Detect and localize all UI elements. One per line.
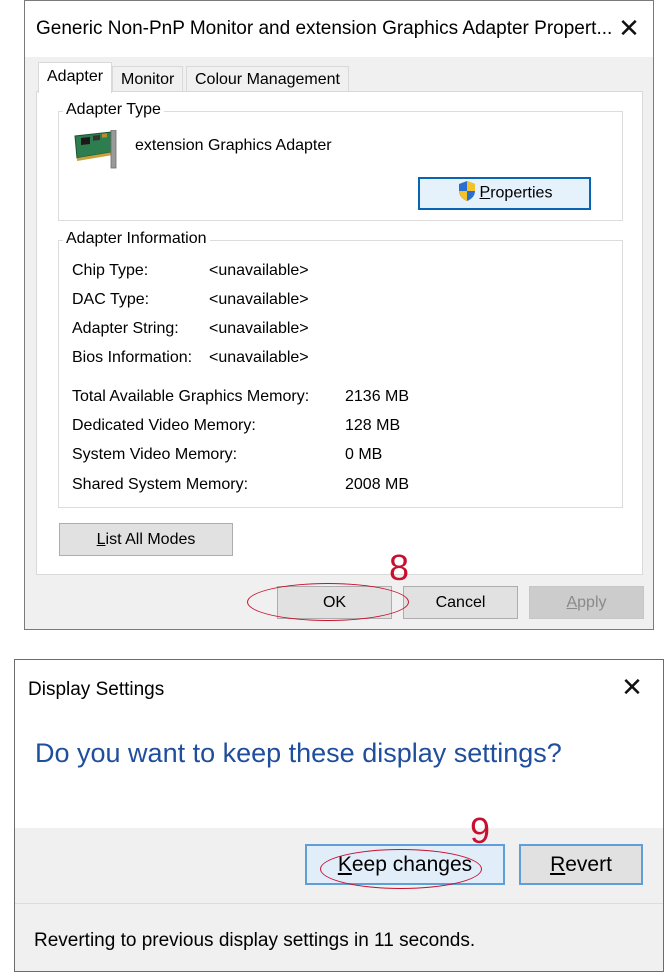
close-icon[interactable]: ✕ — [609, 9, 649, 49]
revert-button[interactable]: Revert — [519, 844, 643, 885]
dedicated-video-memory-value: 128 MB — [345, 417, 401, 434]
chip-type-label: Chip Type: — [72, 262, 149, 279]
title-bar: Generic Non-PnP Monitor and extension Gr… — [25, 1, 653, 57]
total-graphics-memory-label: Total Available Graphics Memory: — [72, 388, 310, 405]
shared-system-memory-value: 2008 MB — [345, 476, 410, 493]
dialog-title: Generic Non-PnP Monitor and extension Gr… — [36, 18, 613, 39]
chip-type-value: <unavailable> — [209, 262, 309, 279]
close-icon[interactable]: ✕ — [612, 668, 652, 708]
adapter-information-group: Adapter Information Chip Type: <unavaila… — [58, 230, 623, 508]
dialog-footer: Keep changes Revert Reverting to previou… — [15, 828, 663, 971]
confirmation-question: Do you want to keep these display settin… — [35, 738, 562, 768]
list-all-modes-button[interactable]: List All Modes — [59, 523, 233, 556]
dialog-title: Display Settings — [28, 679, 165, 700]
apply-button: Apply — [529, 586, 644, 619]
bios-information-label: Bios Information: — [72, 349, 193, 366]
dac-type-label: DAC Type: — [72, 291, 150, 308]
tab-adapter[interactable]: Adapter — [38, 62, 113, 93]
system-video-memory-label: System Video Memory: — [72, 446, 238, 463]
revert-countdown: Reverting to previous display settings i… — [34, 930, 476, 951]
adapter-string-value: <unavailable> — [209, 320, 309, 337]
cancel-button[interactable]: Cancel — [403, 586, 518, 619]
shared-system-memory-label: Shared System Memory: — [72, 476, 249, 493]
bios-information-value: <unavailable> — [209, 349, 309, 366]
step-8-annotation: 8 — [389, 547, 410, 588]
step-9-annotation: 9 — [470, 810, 491, 851]
adapter-properties-dialog: Generic Non-PnP Monitor and extension Gr… — [24, 0, 654, 630]
adapter-type-label: Adapter Type — [63, 101, 164, 119]
adapter-type-group: Adapter Type extension Graphics Adapter … — [58, 101, 623, 221]
dedicated-video-memory-label: Dedicated Video Memory: — [72, 417, 256, 434]
properties-button[interactable]: Properties — [418, 177, 591, 210]
adapter-tab-panel: Adapter Type extension Graphics Adapter … — [36, 91, 643, 575]
display-settings-dialog: Display Settings ✕ Do you want to keep t… — [14, 659, 664, 972]
adapter-information-label: Adapter Information — [63, 230, 210, 248]
ok-highlight-ellipse — [247, 583, 409, 621]
tab-monitor[interactable]: Monitor — [112, 66, 184, 93]
graphics-card-icon — [74, 130, 117, 169]
dac-type-value: <unavailable> — [209, 291, 309, 308]
properties-label: Properties — [479, 184, 553, 202]
footer-divider — [15, 903, 663, 904]
adapter-string-label: Adapter String: — [72, 320, 179, 337]
uac-shield-icon — [458, 181, 475, 202]
keep-changes-highlight-ellipse — [320, 849, 482, 889]
system-video-memory-value: 0 MB — [345, 446, 383, 463]
tab-colour-management[interactable]: Colour Management — [186, 66, 349, 93]
total-graphics-memory-value: 2136 MB — [345, 388, 410, 405]
adapter-name: extension Graphics Adapter — [135, 137, 332, 154]
